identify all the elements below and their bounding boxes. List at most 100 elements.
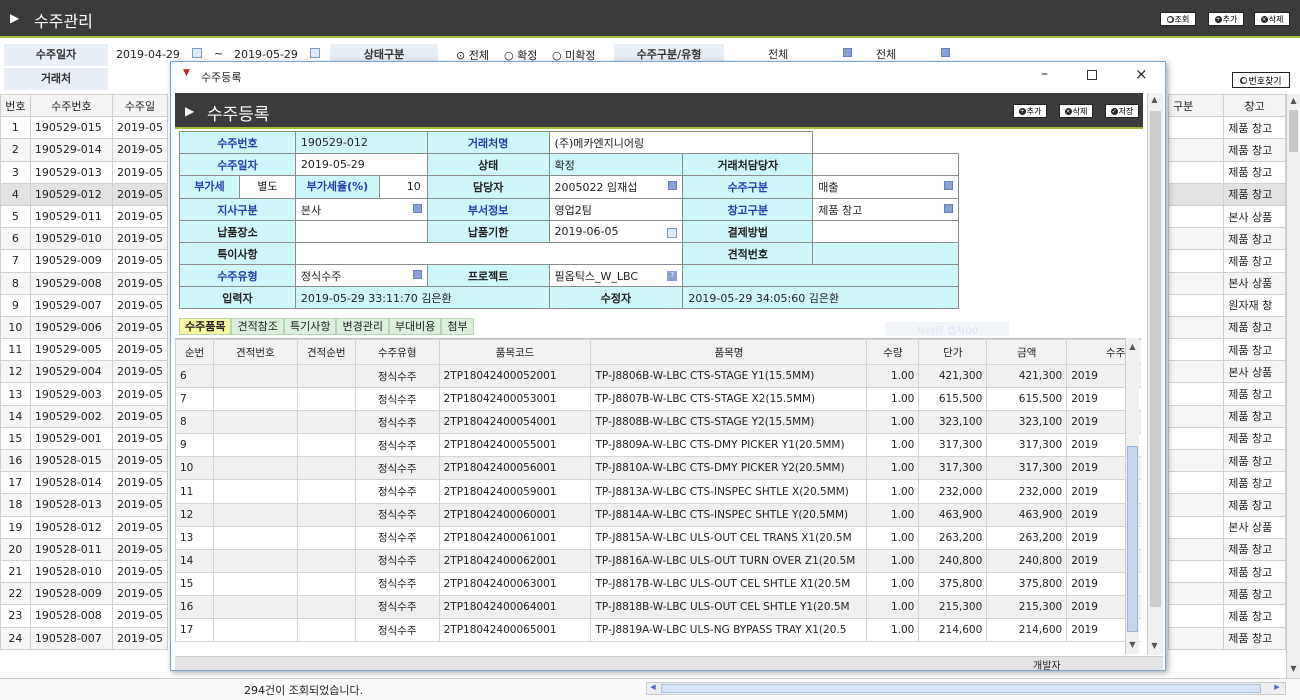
table-row[interactable]: 제품 창고 (1167, 448, 1286, 473)
table-row[interactable]: 24 190528-007 2019-05 (0, 626, 168, 650)
search-button[interactable]: ● 조회 (1160, 12, 1196, 26)
type-select-2[interactable]: 전체 (860, 46, 950, 62)
table-row[interactable]: 제품 창고 (1167, 626, 1286, 650)
table-row[interactable]: 본사 상품 (1167, 271, 1286, 295)
table-row[interactable]: 18 190528-013 2019-05 (0, 493, 168, 517)
delivery-due-field[interactable]: 2019-06-05 (548, 220, 684, 243)
order-no-field[interactable]: 190529-012 (294, 131, 428, 154)
items-header-cell[interactable]: 단가 (918, 339, 988, 365)
help-icon[interactable]: ? (667, 270, 678, 281)
dialog-add-button[interactable]: + 추가 (1013, 104, 1047, 118)
close-icon[interactable]: × (1135, 65, 1148, 83)
vat-field[interactable]: 별도 (240, 177, 294, 198)
items-header-cell[interactable]: 품목명 (590, 339, 868, 365)
table-row[interactable]: 16 190528-015 2019-05 (0, 448, 168, 473)
table-row[interactable]: 제품 창고 (1167, 138, 1286, 162)
tab-special-notes[interactable]: 특기사항 (283, 318, 337, 335)
table-row[interactable]: 12 정식수주 2TP18042400060001 TP-J8814A-W-LBC C… (175, 502, 1141, 527)
customer-name-field[interactable]: (주)메카엔지니어링 (548, 131, 814, 154)
scroll-left-icon[interactable]: ◀ (647, 683, 659, 694)
table-row[interactable]: 제품 창고 (1167, 559, 1286, 584)
table-row[interactable]: 19 190528-012 2019-05 (0, 515, 168, 539)
table-row[interactable]: 10 190529-006 2019-05 (0, 315, 168, 340)
grid-header-cell[interactable]: 창고 (1223, 93, 1286, 118)
remarks-field[interactable] (294, 242, 684, 265)
dialog-titlebar[interactable]: ▼ 수주등록 – × (171, 62, 1165, 90)
calendar-icon[interactable] (667, 228, 678, 238)
scroll-right-icon[interactable]: ▶ (1271, 683, 1283, 694)
order-kind-select[interactable]: 정식수주 (294, 264, 428, 287)
vat-rate-field[interactable]: 10 (380, 177, 426, 198)
payment-field[interactable] (812, 220, 959, 243)
items-header-cell[interactable]: 견적순번 (296, 339, 356, 365)
grid-header-cell[interactable]: 구분 (1167, 93, 1225, 118)
order-date-field[interactable]: 2019-05-29 (294, 153, 428, 176)
order-type-select[interactable]: 매출 (812, 175, 959, 199)
table-row[interactable]: 제품 창고 (1167, 604, 1286, 628)
items-header-cell[interactable]: 순번 (175, 339, 214, 365)
scroll-thumb[interactable] (1127, 446, 1138, 632)
table-row[interactable]: 제품 창고 (1167, 338, 1286, 362)
branch-select[interactable]: 본사 (294, 198, 428, 221)
tab-order-items[interactable]: 수주품목 (179, 318, 232, 335)
table-row[interactable]: 제품 창고 (1167, 116, 1286, 140)
tab-attachment[interactable]: 첨부 (441, 318, 474, 335)
table-row[interactable]: 3 190529-013 2019-05 (0, 160, 168, 184)
table-row[interactable]: 14 정식수주 2TP18042400062001 TP-J8816A-W-LBC U… (175, 548, 1141, 573)
table-row[interactable]: 17 정식수주 2TP18042400065001 TP-J8819A-W-LBC U… (175, 618, 1141, 643)
delete-button[interactable]: × 삭제 (1254, 12, 1290, 26)
date-from-input[interactable]: 2019-04-29 (116, 48, 180, 61)
table-row[interactable]: 8 정식수주 2TP18042400054001 TP-J8808B-W-LBC CT… (175, 410, 1141, 435)
table-row[interactable]: 7 190529-009 2019-05 (0, 249, 168, 273)
items-header-cell[interactable]: 품목코드 (438, 339, 592, 365)
grid-header-cell[interactable]: 수주번호 (29, 93, 114, 118)
warehouse-select[interactable]: 제품 창고 (812, 198, 959, 221)
table-row[interactable]: 15 정식수주 2TP18042400063001 TP-J8817B-W-LBC U… (175, 571, 1141, 596)
table-row[interactable]: 12 190529-004 2019-05 (0, 360, 168, 384)
scroll-down-icon[interactable]: ▼ (1127, 638, 1138, 651)
delivery-place-field[interactable] (294, 220, 428, 243)
table-row[interactable]: 제품 창고 (1167, 404, 1286, 428)
table-row[interactable]: 15 190529-001 2019-05 (0, 426, 168, 451)
scroll-up-icon[interactable]: ▲ (1288, 94, 1299, 107)
table-row[interactable]: 제품 창고 (1167, 182, 1286, 206)
calendar-icon[interactable] (310, 48, 320, 58)
code-search-button[interactable]: ● 번호찾기 (1232, 72, 1290, 88)
table-row[interactable]: 6 190529-010 2019-05 (0, 227, 168, 251)
tab-extra-cost[interactable]: 부대비용 (388, 318, 442, 335)
table-row[interactable]: 본사 상품 (1167, 360, 1286, 384)
dialog-delete-button[interactable]: × 삭제 (1059, 104, 1093, 118)
table-row[interactable]: 제품 창고 (1167, 315, 1286, 340)
table-row[interactable]: 20 190528-011 2019-05 (0, 537, 168, 561)
table-row[interactable]: 11 190529-005 2019-05 (0, 338, 168, 362)
calendar-icon[interactable] (192, 48, 202, 58)
scroll-up-icon[interactable]: ▲ (1127, 340, 1138, 353)
table-row[interactable]: 21 190528-010 2019-05 (0, 559, 168, 584)
scroll-thumb[interactable] (661, 684, 1261, 693)
table-row[interactable]: 17 190528-014 2019-05 (0, 471, 168, 495)
table-row[interactable]: 10 정식수주 2TP18042400056001 TP-J8810A-W-LBC C… (175, 456, 1141, 481)
maximize-icon[interactable] (1087, 70, 1097, 80)
table-row[interactable]: 7 정식수주 2TP18042400053001 TP-J8807B-W-LBC CT… (175, 387, 1141, 412)
table-row[interactable]: 제품 창고 (1167, 227, 1286, 251)
items-header-cell[interactable]: 수주유형 (354, 339, 440, 365)
table-row[interactable]: 제품 창고 (1167, 582, 1286, 606)
table-row[interactable]: 11 정식수주 2TP18042400059001 TP-J8813A-W-LBC C… (175, 479, 1141, 504)
table-row[interactable]: 본사 상품 (1167, 204, 1286, 229)
type-select-1[interactable]: 전체 (732, 46, 852, 62)
table-row[interactable]: 9 정식수주 2TP18042400055001 TP-J8809A-W-LBC CT… (175, 433, 1141, 458)
items-header-cell[interactable]: 수량 (866, 339, 920, 365)
table-row[interactable]: 4 190529-012 2019-05 (0, 182, 168, 206)
table-row[interactable]: 제품 창고 (1167, 493, 1286, 517)
dialog-save-button[interactable]: ✓ 저장 (1105, 104, 1139, 118)
items-vertical-scrollbar[interactable]: ▲ ▼ (1125, 338, 1139, 654)
add-button[interactable]: + 추가 (1208, 12, 1244, 26)
date-to-input[interactable]: 2019-05-29 (234, 48, 298, 61)
minimize-icon[interactable]: – (1041, 66, 1048, 82)
dept-field[interactable]: 영업2팀 (548, 198, 684, 221)
customer-contact-field[interactable] (812, 153, 959, 176)
table-row[interactable]: 제품 창고 (1167, 426, 1286, 451)
items-header-cell[interactable]: 견적번호 (212, 339, 298, 365)
quote-no-field[interactable] (812, 242, 959, 265)
table-row[interactable]: 16 정식수주 2TP18042400064001 TP-J8818B-W-LBC U… (175, 594, 1141, 620)
